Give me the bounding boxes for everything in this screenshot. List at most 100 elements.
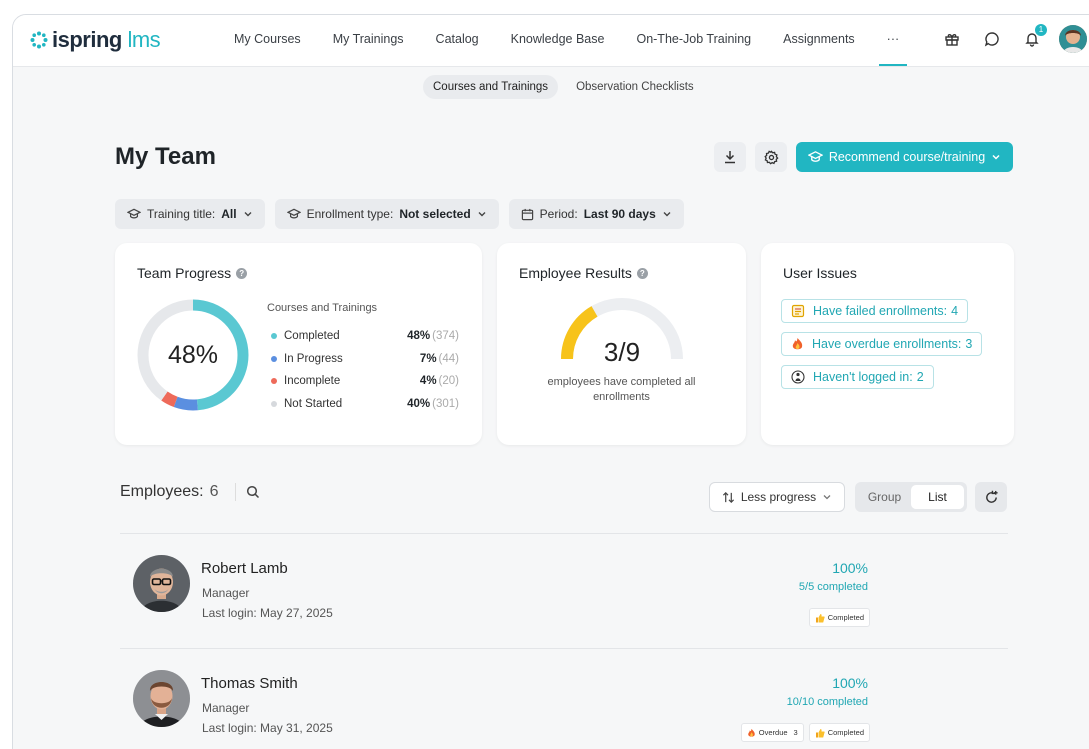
avatar <box>133 670 190 727</box>
filter-value: All <box>221 207 237 221</box>
logo[interactable]: ispring lms <box>30 27 161 53</box>
help-icon[interactable]: ? <box>236 267 248 279</box>
employee-results-card: Employee Results ? 3/9 employees have co… <box>497 243 746 445</box>
employee-progress-percent: 100% <box>832 675 868 691</box>
employee-name[interactable]: Thomas Smith <box>201 675 298 692</box>
tag-label: Overdue <box>758 728 788 737</box>
chevron-down-icon <box>823 495 831 500</box>
help-icon[interactable]: ? <box>636 267 648 279</box>
nav-my-trainings[interactable]: My Trainings <box>317 15 420 67</box>
employee-name[interactable]: Robert Lamb <box>201 560 288 577</box>
progress-legend: Completed 48% (374) In Progress 7% (44) … <box>267 325 459 415</box>
employee-list: Robert Lamb Manager Last login: May 27, … <box>120 533 1008 749</box>
caption-line: enrollments <box>593 391 650 403</box>
period-filter[interactable]: Period: Last 90 days <box>508 199 684 229</box>
enrollment-type-filter[interactable]: Enrollment type: Not selected <box>274 199 499 229</box>
nav-more[interactable]: ··· <box>871 15 916 67</box>
recommend-training-button[interactable]: Recommend course/training <box>796 142 1013 172</box>
team-progress-donut: 48% <box>137 299 249 411</box>
list-item[interactable]: Robert Lamb Manager Last login: May 27, … <box>120 533 1008 648</box>
nav-on-the-job-training[interactable]: On-The-Job Training <box>620 15 767 67</box>
bell-icon[interactable]: 1 <box>1019 24 1047 52</box>
legend-label: Not Started <box>284 397 343 410</box>
chat-icon[interactable] <box>979 26 1005 52</box>
caption-line: employees have completed all <box>547 376 696 388</box>
issue-count: 2 <box>916 370 924 384</box>
legend-row-not-started: Not Started 40% (301) <box>267 393 459 416</box>
legend-count: (44) <box>438 352 459 365</box>
legend-label: In Progress <box>284 352 343 365</box>
employees-count: 6 <box>209 483 219 500</box>
gift-icon[interactable] <box>939 26 965 52</box>
gear-icon <box>763 149 779 165</box>
download-icon <box>725 151 735 164</box>
app-window: ispring lms My Courses My Trainings Cata… <box>12 14 1089 749</box>
tag-label: Completed <box>827 613 864 622</box>
filter-label: Enrollment type: <box>306 207 394 221</box>
overdue-enrollments-link[interactable]: Have overdue enrollments: 3 <box>781 332 983 356</box>
settings-button[interactable] <box>755 142 787 172</box>
filter-value: Not selected <box>399 207 471 221</box>
chevron-down-icon <box>244 212 252 217</box>
sort-dropdown[interactable]: Less progress <box>709 482 845 512</box>
tab-courses-and-trainings[interactable]: Courses and Trainings <box>423 75 559 99</box>
failed-enrollments-link[interactable]: Have failed enrollments: 4 <box>781 299 969 323</box>
employee-last-login: Last login: May 31, 2025 <box>202 721 333 735</box>
legend-row-completed: Completed 48% (374) <box>267 325 459 348</box>
legend-percent: 7% <box>419 352 437 365</box>
tab-observation-checklists[interactable]: Observation Checklists <box>566 75 704 99</box>
user-issues-title: User Issues <box>783 265 857 281</box>
fire-icon <box>748 728 755 737</box>
nav-knowledge-base[interactable]: Knowledge Base <box>495 15 621 67</box>
user-avatar[interactable] <box>1059 25 1087 53</box>
nav-catalog[interactable]: Catalog <box>420 15 495 67</box>
subtabs: Courses and Trainings Observation Checkl… <box>423 75 704 99</box>
filter-bar: Training title: All Enrollment type: Not… <box>115 199 684 229</box>
graduation-cap-icon <box>127 208 141 219</box>
refresh-icon <box>985 490 998 503</box>
employee-role: Manager <box>202 701 250 715</box>
nav-assignments[interactable]: Assignments <box>767 15 871 67</box>
issue-label: Have overdue enrollments: <box>812 337 962 351</box>
nav-my-courses[interactable]: My Courses <box>218 15 317 67</box>
download-button[interactable] <box>714 142 746 172</box>
sort-icon <box>722 491 734 503</box>
filter-label: Training title: <box>147 207 216 221</box>
logo-mark-icon <box>30 31 48 49</box>
page-title: My Team <box>115 143 216 170</box>
legend-row-incomplete: Incomplete 4% (20) <box>267 370 459 393</box>
status-tags: Completed <box>808 608 870 627</box>
recommend-label: Recommend course/training <box>828 150 986 164</box>
legend-row-in-progress: In Progress 7% (44) <box>267 348 459 371</box>
notification-badge: 1 <box>1035 24 1047 36</box>
team-progress-title: Team Progress ? <box>137 265 248 281</box>
list-view-button[interactable]: List <box>911 485 964 509</box>
legend-label: Completed <box>284 330 340 343</box>
sort-label: Less progress <box>740 490 817 504</box>
brand-suffix: lms <box>127 27 161 52</box>
nav-menu: My Courses My Trainings Catalog Knowledg… <box>218 15 915 67</box>
legend-dot <box>271 378 277 385</box>
employee-results-gauge: 3/9 <box>561 298 683 367</box>
legend-percent: 48% <box>407 330 431 343</box>
legend-title: Courses and Trainings <box>267 302 378 314</box>
legend-percent: 4% <box>419 375 437 388</box>
nav-icons: 1 <box>939 24 1087 53</box>
employees-header: Employees: 6 <box>120 483 260 501</box>
failed-list-icon <box>791 304 805 318</box>
group-view-button[interactable]: Group <box>858 485 911 509</box>
search-icon[interactable] <box>246 485 260 499</box>
training-title-filter[interactable]: Training title: All <box>115 199 265 229</box>
employee-progress-percent: 100% <box>832 560 868 576</box>
filter-label: Period: <box>539 207 578 221</box>
list-item[interactable]: Thomas Smith Manager Last login: May 31,… <box>120 648 1008 749</box>
donut-center-label: 48% <box>168 341 218 369</box>
legend-label: Incomplete <box>284 375 341 388</box>
refresh-button[interactable] <box>975 482 1007 512</box>
not-logged-in-link[interactable]: Haven't logged in: 2 <box>781 365 934 389</box>
issue-label: Have failed enrollments: <box>813 304 948 318</box>
legend-dot <box>271 355 277 362</box>
employees-label: Employees: <box>120 483 204 500</box>
fire-icon <box>792 338 803 350</box>
employee-completed-count: 5/5 completed <box>798 581 868 593</box>
